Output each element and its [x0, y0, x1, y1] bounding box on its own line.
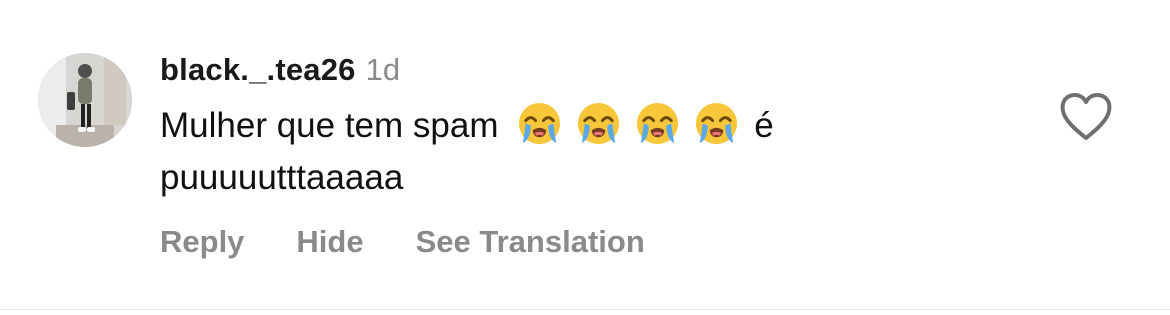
comment-body: black._.tea26 1d Mulher que tem spam é p…: [160, 52, 1040, 204]
see-translation-button[interactable]: See Translation: [416, 224, 645, 260]
comment-text: Mulher que tem spam é puuuuutttaaaaa: [160, 100, 960, 204]
heart-outline-icon: [1060, 93, 1112, 140]
username[interactable]: black._.tea26: [160, 52, 356, 88]
bottom-divider: [0, 309, 1170, 310]
like-heart-button[interactable]: [1058, 91, 1114, 143]
comment-row: black._.tea26 1d Mulher que tem spam é p…: [0, 0, 1170, 310]
crying-face-emoji-icon: [575, 100, 622, 147]
crying-face-emoji-icon: [516, 100, 563, 147]
crying-face-emoji-icon: [634, 100, 681, 147]
comment-meta: black._.tea26 1d: [160, 52, 1040, 92]
hide-button[interactable]: Hide: [296, 224, 363, 260]
timestamp: 1d: [365, 52, 401, 87]
avatar[interactable]: [38, 53, 132, 147]
emoji-group: [516, 100, 740, 147]
crying-face-emoji-icon: [693, 100, 740, 147]
reply-button[interactable]: Reply: [160, 224, 244, 260]
comment-actions: Reply Hide See Translation: [160, 224, 645, 260]
comment-text-start: Mulher que tem spam: [160, 106, 499, 145]
